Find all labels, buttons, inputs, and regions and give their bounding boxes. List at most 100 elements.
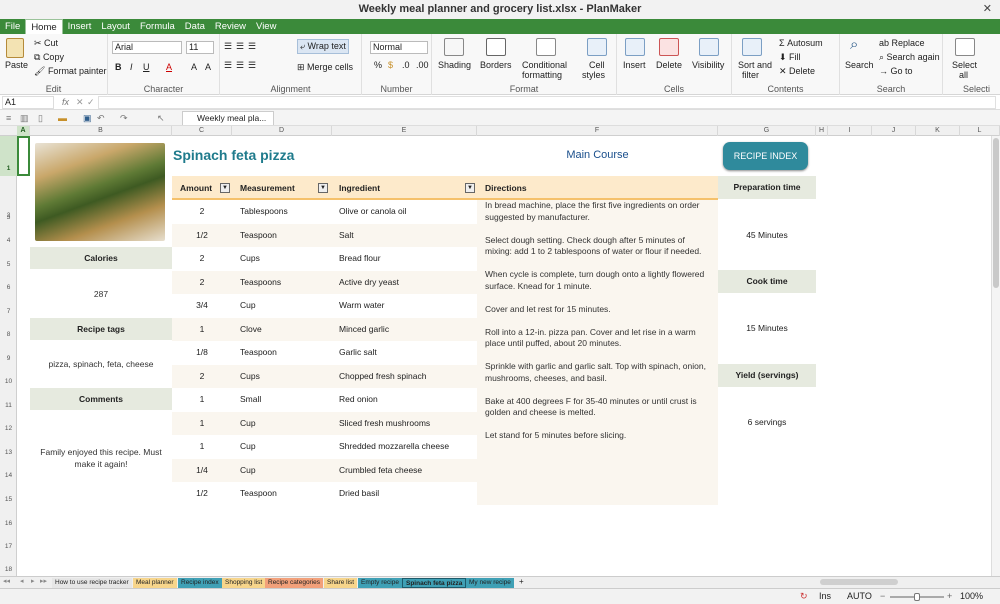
last-sheet-icon[interactable]: ▸▸ (40, 577, 47, 585)
sheet-tab-recipe-categories[interactable]: Recipe categories (265, 578, 324, 588)
vertical-scrollbar-thumb[interactable] (993, 138, 999, 288)
row-header-1[interactable]: 1 (0, 136, 17, 176)
sheet-tab-spinach-feta-pizza[interactable]: Spinach feta pizza (402, 578, 467, 588)
insert-cells-button[interactable]: Insert (623, 60, 646, 70)
open-folder-icon[interactable]: ▬ (58, 113, 67, 123)
font-color-icon[interactable]: A (166, 62, 172, 72)
menu-formula[interactable]: Formula (135, 19, 180, 34)
copy-button[interactable]: ⧉ Copy (34, 52, 64, 63)
font-family-select[interactable]: Arial (112, 41, 182, 54)
table-row[interactable]: 2 Teaspoons Active dry yeast (172, 270, 477, 294)
amount-filter-icon[interactable]: ▼ (220, 183, 230, 193)
cell-reference-box[interactable]: A1 (2, 96, 54, 109)
recipe-index-button[interactable]: RECIPE INDEX (723, 142, 808, 170)
row-header-15[interactable]: 15 (0, 496, 17, 503)
currency-icon[interactable]: $ (388, 60, 393, 70)
table-row[interactable]: 2 Cups Chopped fresh spinach (172, 364, 477, 388)
column-header-b[interactable]: B (30, 126, 172, 136)
row-header-16[interactable]: 16 (0, 520, 17, 527)
menu-home[interactable]: Home (25, 19, 63, 34)
table-row[interactable]: 1 Small Red onion (172, 388, 477, 412)
search-again-button[interactable]: ⌕ Search again (879, 52, 940, 63)
row-header-3[interactable]: 3 (0, 214, 17, 221)
replace-button[interactable]: ab Replace (879, 38, 925, 48)
prev-sheet-icon[interactable]: ◂ (20, 577, 24, 585)
table-row[interactable]: 3/4 Cup Warm water (172, 294, 477, 318)
shrink-font-icon[interactable]: A (205, 62, 211, 72)
table-row[interactable]: 1/2 Teaspoon Dried basil (172, 482, 477, 506)
borders-button[interactable]: Borders (480, 60, 512, 70)
row-header-14[interactable]: 14 (0, 472, 17, 479)
horizontal-scrollbar-thumb[interactable] (820, 579, 898, 585)
column-header-d[interactable]: D (232, 126, 332, 136)
select-all-button[interactable]: Select (952, 60, 977, 70)
row-header-11[interactable]: 11 (0, 402, 17, 409)
measurement-filter-icon[interactable]: ▼ (318, 183, 328, 193)
number-format-select[interactable]: Normal (370, 41, 428, 54)
underline-icon[interactable]: U (143, 62, 150, 72)
align-right-icon[interactable]: ☰ (248, 60, 256, 71)
grow-font-icon[interactable]: A (191, 62, 197, 72)
decrease-decimal-icon[interactable]: .00 (416, 60, 429, 70)
column-header-e[interactable]: E (332, 126, 477, 136)
sheet-tab-shopping-list[interactable]: Shopping list (222, 578, 266, 588)
row-header-6[interactable]: 6 (0, 284, 17, 291)
align-top-icon[interactable]: ☰ (224, 41, 232, 52)
close-icon[interactable]: ✕ (983, 0, 992, 19)
next-sheet-icon[interactable]: ▸ (31, 577, 35, 585)
first-sheet-icon[interactable]: ◂◂ (3, 577, 10, 585)
undo-icon[interactable]: ↶ (97, 113, 105, 124)
row-header-7[interactable]: 7 (0, 308, 17, 315)
paste-button[interactable]: Paste (5, 60, 28, 70)
menu-review[interactable]: Review (210, 19, 251, 34)
table-row[interactable]: 1/2 Teaspoon Salt (172, 223, 477, 247)
table-row[interactable]: 2 Cups Bread flour (172, 247, 477, 271)
column-header-a[interactable]: A (17, 126, 30, 136)
menu-layout[interactable]: Layout (96, 19, 135, 34)
zoom-in-icon[interactable]: + (947, 591, 952, 601)
new-document-icon[interactable]: ▯ (38, 113, 43, 124)
sheet-tab-how-to-use[interactable]: How to use recipe tracker (52, 578, 132, 588)
fill-button[interactable]: ⬇ Fill (779, 52, 801, 63)
align-middle-icon[interactable]: ☰ (236, 41, 244, 52)
bold-icon[interactable]: B (115, 62, 122, 72)
table-row[interactable]: 1/8 Teaspoon Garlic salt (172, 341, 477, 365)
sheet-tab-meal-planner[interactable]: Meal planner (133, 578, 177, 588)
sidebar-icon[interactable]: ▥ (20, 113, 29, 124)
zoom-level[interactable]: 100% (960, 591, 983, 601)
row-header-8[interactable]: 8 (0, 331, 17, 338)
row-header-5[interactable]: 5 (0, 261, 17, 268)
cancel-icon[interactable]: ✕ (76, 97, 84, 108)
table-row[interactable]: 2 Tablespoons Olive or canola oil (172, 200, 477, 224)
wrap-text-button[interactable]: ⤶ Wrap text (297, 39, 349, 54)
align-center-icon[interactable]: ☰ (236, 60, 244, 71)
row-header-17[interactable]: 17 (0, 543, 17, 550)
visibility-button[interactable]: Visibility (692, 60, 724, 70)
column-header-c[interactable]: C (172, 126, 232, 136)
autosum-button[interactable]: Σ Autosum (779, 38, 823, 48)
table-row[interactable]: 1 Cup Sliced fresh mushrooms (172, 411, 477, 435)
italic-icon[interactable]: I (130, 62, 133, 72)
merge-cells-button[interactable]: ⊞ Merge cells (297, 62, 353, 73)
active-cell[interactable] (17, 136, 30, 176)
zoom-out-icon[interactable]: − (880, 591, 885, 601)
row-header-13[interactable]: 13 (0, 449, 17, 456)
ingredient-filter-icon[interactable]: ▼ (465, 183, 475, 193)
align-left-icon[interactable]: ☰ (224, 60, 232, 71)
zoom-slider[interactable] (890, 593, 944, 601)
row-header-12[interactable]: 12 (0, 425, 17, 432)
percent-icon[interactable]: % (374, 60, 382, 70)
table-row[interactable]: 1/4 Cup Crumbled feta cheese (172, 458, 477, 482)
refresh-icon[interactable]: ↻ (800, 591, 808, 602)
column-header-i[interactable]: I (828, 126, 872, 136)
menu-file[interactable]: File (0, 19, 25, 34)
directions-text[interactable]: In bread machine, place the first five i… (477, 200, 718, 505)
align-bottom-icon[interactable]: ☰ (248, 41, 256, 52)
function-icon[interactable]: fx (62, 97, 69, 107)
delete-cells-button[interactable]: Delete (656, 60, 682, 70)
column-header-k[interactable]: K (916, 126, 960, 136)
menu-data[interactable]: Data (180, 19, 210, 34)
row-header-10[interactable]: 10 (0, 378, 17, 385)
search-button[interactable]: Search (845, 60, 874, 70)
sheet-tab-recipe-index[interactable]: Recipe index (178, 578, 222, 588)
